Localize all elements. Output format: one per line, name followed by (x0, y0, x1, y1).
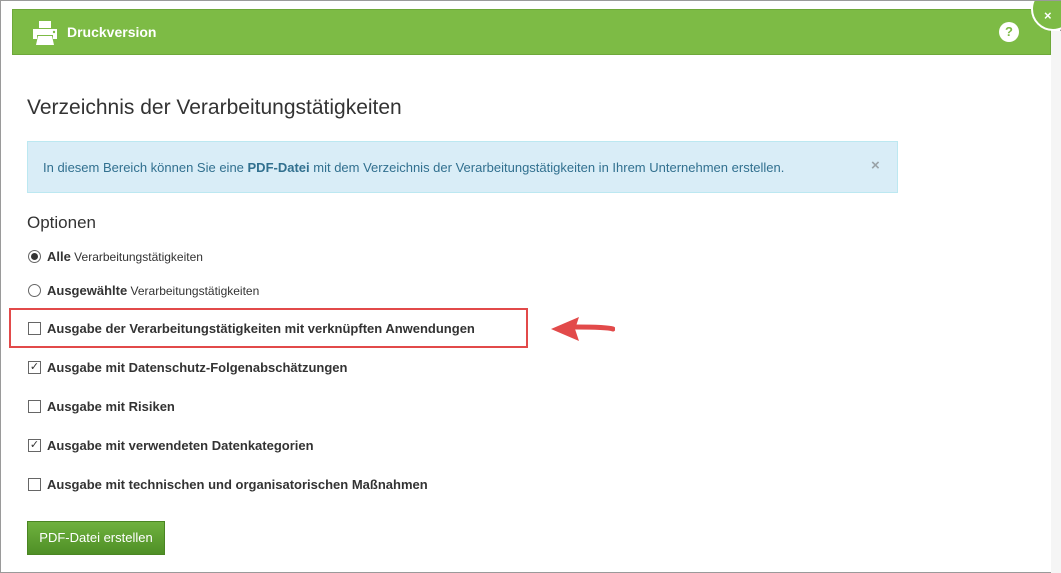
info-message: In diesem Bereich können Sie eine PDF-Da… (43, 160, 784, 175)
create-pdf-button[interactable]: PDF-Datei erstellen (27, 521, 165, 555)
page-title: Verzeichnis der Verarbeitungstätigkeiten (27, 96, 402, 119)
options-title: Optionen (27, 213, 96, 232)
dialog-header: Druckversion ? (12, 9, 1051, 55)
checkbox-risks[interactable] (28, 400, 41, 413)
checkbox-option-tom[interactable]: Ausgabe mit technischen und organisatori… (28, 477, 428, 492)
dialog-window: Druckversion ? × Verzeichnis der Verarbe… (0, 0, 1061, 573)
checkbox-dpia[interactable]: ✓ (28, 361, 41, 374)
info-alert: In diesem Bereich können Sie eine PDF-Da… (27, 141, 898, 193)
close-icon: × (1044, 8, 1052, 23)
radio-selected[interactable] (28, 284, 41, 297)
checkbox-option-data-categories[interactable]: ✓ Ausgabe mit verwendeten Datenkategorie… (28, 438, 314, 453)
help-icon[interactable]: ? (999, 22, 1019, 42)
checkbox-applications-label: Ausgabe der Verarbeitungstätigkeiten mit… (47, 321, 475, 336)
checkbox-option-dpia[interactable]: ✓ Ausgabe mit Datenschutz-Folgenabschätz… (28, 360, 347, 375)
radio-all-strong: Alle (47, 249, 71, 264)
close-button[interactable]: × (1031, 1, 1061, 31)
checkbox-applications[interactable] (28, 322, 41, 335)
info-text-before: In diesem Bereich können Sie eine (43, 160, 248, 175)
checkbox-risks-label: Ausgabe mit Risiken (47, 399, 175, 414)
radio-all[interactable] (28, 250, 41, 263)
radio-all-rest: Verarbeitungstätigkeiten (70, 249, 203, 264)
checkbox-tom-label: Ausgabe mit technischen und organisatori… (47, 477, 428, 492)
radio-selected-rest: Verarbeitungstätigkeiten (127, 283, 260, 298)
checkbox-tom[interactable] (28, 478, 41, 491)
radio-option-all[interactable]: Alle Verarbeitungstätigkeiten (28, 249, 203, 264)
checkbox-data-categories[interactable]: ✓ (28, 439, 41, 452)
info-dismiss-icon[interactable]: × (871, 157, 880, 174)
dialog-title: Druckversion (67, 24, 157, 40)
checkbox-dpia-label: Ausgabe mit Datenschutz-Folgenabschätzun… (47, 360, 348, 375)
printer-icon (33, 21, 57, 45)
radio-selected-strong: Ausgewählte (47, 283, 128, 298)
checkbox-data-categories-label: Ausgabe mit verwendeten Datenkategorien (47, 438, 314, 453)
scrollbar-track[interactable] (1051, 31, 1061, 573)
arrow-left-icon (551, 317, 615, 341)
info-text-after: mit dem Verzeichnis der Verarbeitungstät… (309, 160, 785, 175)
checkbox-option-applications[interactable]: Ausgabe der Verarbeitungstätigkeiten mit… (28, 321, 475, 336)
checkbox-option-risks[interactable]: Ausgabe mit Risiken (28, 399, 175, 414)
info-text-bold: PDF-Datei (247, 160, 310, 175)
radio-option-selected[interactable]: Ausgewählte Verarbeitungstätigkeiten (28, 283, 259, 298)
